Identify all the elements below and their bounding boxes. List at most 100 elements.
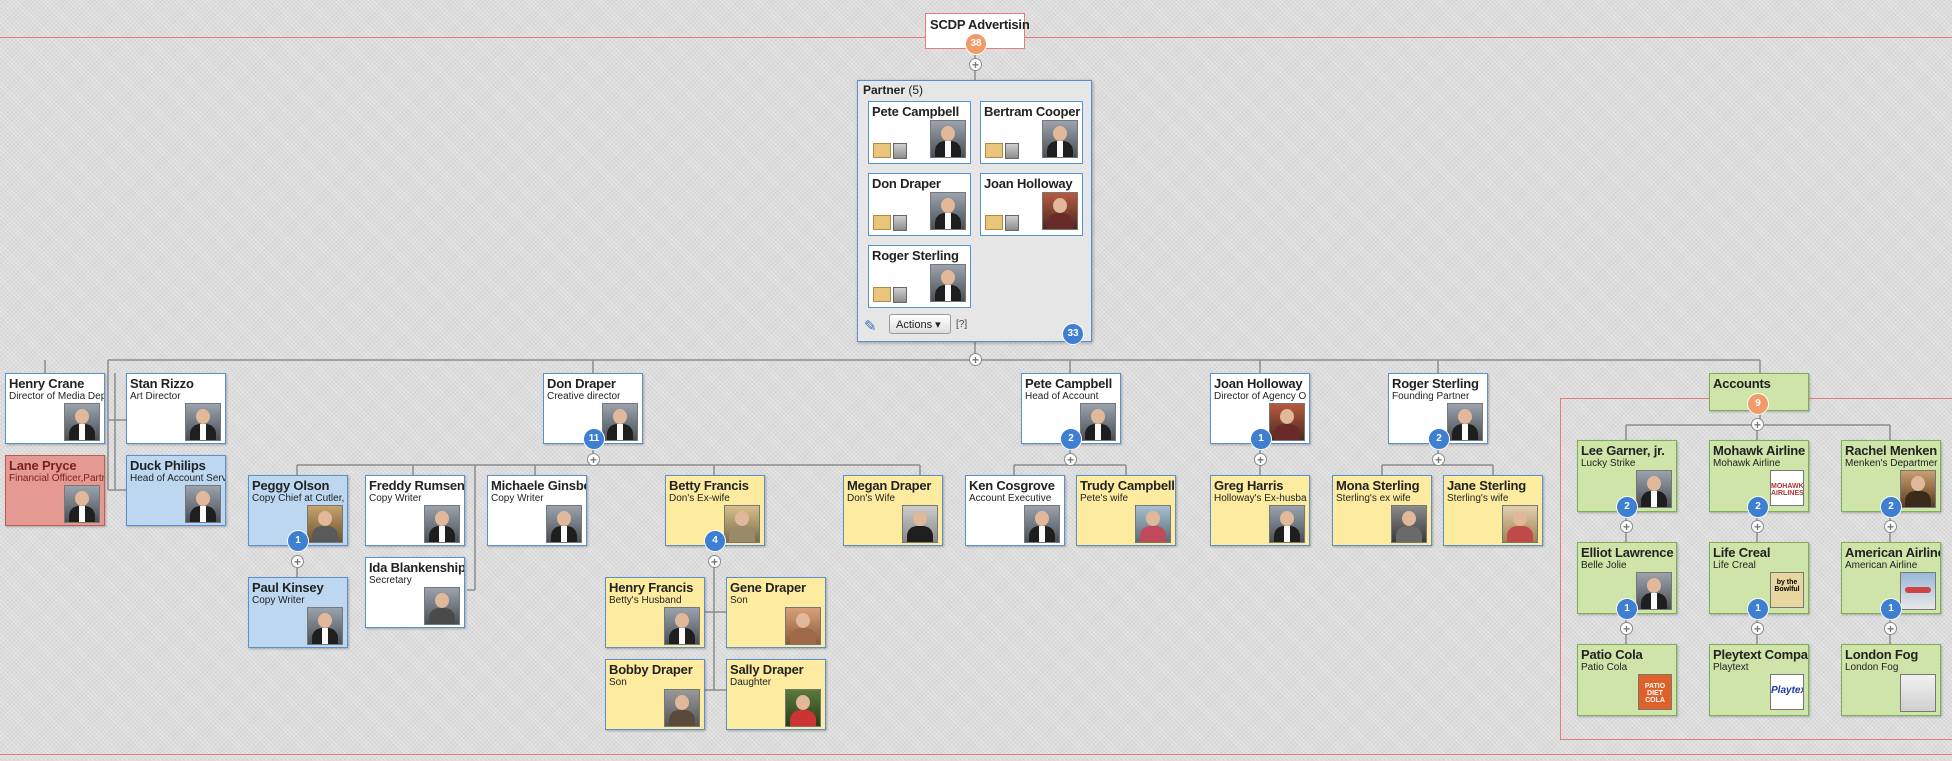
expand-plus-icon[interactable]: + — [1064, 453, 1077, 466]
card-henry-crane[interactable]: Henry Crane Director of Media Dep — [5, 373, 105, 444]
card-london-fog[interactable]: London Fog London Fog — [1841, 644, 1941, 716]
count-badge[interactable]: 11 — [583, 428, 605, 450]
expand-plus-icon[interactable]: + — [1751, 418, 1764, 431]
expand-plus-icon[interactable]: + — [969, 58, 982, 71]
card-ida-blankenship[interactable]: Ida Blankenship Secretary — [365, 557, 465, 628]
card-name: Peggy Olson — [252, 478, 330, 493]
card-playtex[interactable]: Pleytext Compar Playtext Playtex — [1709, 644, 1809, 716]
count-badge[interactable]: 2 — [1616, 496, 1638, 518]
expand-plus-icon[interactable]: + — [587, 453, 600, 466]
card-patio-cola[interactable]: Patio Cola Patio Cola PATIO DIET COLA — [1577, 644, 1677, 716]
count-badge[interactable]: 2 — [1747, 496, 1769, 518]
partner-card-don[interactable]: Don Draper — [868, 173, 971, 236]
mail-icon[interactable] — [873, 215, 891, 230]
mail-icon[interactable] — [873, 143, 891, 158]
trash-icon[interactable] — [893, 287, 907, 303]
expand-plus-icon[interactable]: + — [1751, 622, 1764, 635]
card-stan-rizzo[interactable]: Stan Rizzo Art Director — [126, 373, 226, 444]
mail-icon[interactable] — [985, 143, 1003, 158]
avatar — [930, 264, 966, 302]
expand-plus-icon[interactable]: + — [1254, 453, 1267, 466]
card-name: Freddy Rumsen — [369, 478, 465, 493]
card-mona-sterling[interactable]: Mona Sterling Sterling's ex wife — [1332, 475, 1432, 546]
card-role: Account Executive — [969, 493, 1052, 504]
card-megan-draper[interactable]: Megan Draper Don's Wife — [843, 475, 943, 546]
count-badge[interactable]: 4 — [704, 530, 726, 552]
card-role: Creative director — [547, 391, 621, 402]
mail-icon[interactable] — [873, 287, 891, 302]
count-badge[interactable]: 1 — [1747, 598, 1769, 620]
partner-card-roger[interactable]: Roger Sterling — [868, 245, 971, 308]
card-gene-draper[interactable]: Gene Draper Son — [726, 577, 826, 648]
card-duck-philips[interactable]: Duck Philips Head of Account Serv — [126, 455, 226, 526]
trash-icon[interactable] — [893, 143, 907, 159]
avatar — [1269, 403, 1305, 441]
card-paul-kinsey[interactable]: Paul Kinsey Copy Writer — [248, 577, 348, 648]
card-greg-harris[interactable]: Greg Harris Holloway's Ex-husba — [1210, 475, 1310, 546]
count-badge[interactable]: 1 — [287, 530, 309, 552]
help-link[interactable]: [?] — [956, 319, 967, 330]
expand-plus-icon[interactable]: + — [1432, 453, 1445, 466]
card-bobby-draper[interactable]: Bobby Draper Son — [605, 659, 705, 730]
count-badge[interactable]: 1 — [1250, 428, 1272, 450]
card-role: Betty's Husband — [609, 595, 682, 606]
card-name: Trudy Campbell — [1080, 478, 1175, 493]
avatar — [1080, 403, 1116, 441]
count-badge[interactable]: 2 — [1428, 428, 1450, 450]
count-badge[interactable]: 2 — [1880, 496, 1902, 518]
expand-plus-icon[interactable]: + — [1620, 520, 1633, 533]
card-name: London Fog — [1845, 647, 1919, 662]
card-role: Don's Ex-wife — [669, 493, 730, 504]
card-trudy-campbell[interactable]: Trudy Campbell Pete's wife — [1076, 475, 1176, 546]
mohawk-logo: MOHAWK AIRLINES — [1770, 470, 1804, 506]
expand-plus-icon[interactable]: + — [1620, 622, 1633, 635]
card-jane-sterling[interactable]: Jane Sterling Sterling's wife — [1443, 475, 1543, 546]
card-henry-francis[interactable]: Henry Francis Betty's Husband — [605, 577, 705, 648]
trash-icon[interactable] — [1005, 143, 1019, 159]
avatar — [1024, 505, 1060, 543]
partner-card-pete[interactable]: Pete Campbell — [868, 101, 971, 164]
count-badge[interactable]: 1 — [1880, 598, 1902, 620]
actions-dropdown[interactable]: Actions ▾ — [889, 314, 951, 334]
edit-pencil-icon[interactable]: ✎ — [864, 317, 877, 335]
avatar — [1502, 505, 1538, 543]
expand-plus-icon[interactable]: + — [969, 353, 982, 366]
accounts-count-badge[interactable]: 9 — [1747, 393, 1769, 415]
card-role: American Airline — [1845, 560, 1918, 571]
mail-icon[interactable] — [985, 215, 1003, 230]
expand-plus-icon[interactable]: + — [708, 555, 721, 568]
partner-card-joan[interactable]: Joan Holloway — [980, 173, 1083, 236]
partner-card-bertram[interactable]: Bertram Cooper — [980, 101, 1083, 164]
card-name: Ida Blankenship — [369, 560, 465, 575]
card-sally-draper[interactable]: Sally Draper Daughter — [726, 659, 826, 730]
avatar — [724, 505, 760, 543]
card-role: Patio Cola — [1581, 662, 1628, 673]
card-role: Copy Writer — [369, 493, 422, 504]
card-michaele-ginsberg[interactable]: Michaele Ginsbe Copy Writer — [487, 475, 587, 546]
card-role: Director of Agency O — [1214, 391, 1307, 402]
count-badge[interactable]: 1 — [1616, 598, 1638, 620]
card-name: Pete Campbell — [1025, 376, 1112, 391]
avatar — [64, 485, 100, 523]
partner-total-badge[interactable]: 33 — [1062, 323, 1084, 345]
trash-icon[interactable] — [1005, 215, 1019, 231]
partner-name: Pete Campbell — [872, 104, 959, 119]
avatar — [1636, 470, 1672, 508]
card-name: Duck Philips — [130, 458, 206, 473]
avatar — [307, 505, 343, 543]
card-name: Sally Draper — [730, 662, 804, 677]
card-freddy-rumsen[interactable]: Freddy Rumsen Copy Writer — [365, 475, 465, 546]
root-count-badge[interactable]: 38 — [965, 33, 987, 55]
expand-plus-icon[interactable]: + — [1751, 520, 1764, 533]
card-ken-cosgrove[interactable]: Ken Cosgrove Account Executive — [965, 475, 1065, 546]
card-role: Menken's Departmer — [1845, 458, 1938, 469]
trash-icon[interactable] — [893, 215, 907, 231]
expand-plus-icon[interactable]: + — [291, 555, 304, 568]
card-name: Lee Garner, jr. — [1581, 443, 1665, 458]
expand-plus-icon[interactable]: + — [1884, 622, 1897, 635]
expand-plus-icon[interactable]: + — [1884, 520, 1897, 533]
card-role: Sterling's ex wife — [1336, 493, 1411, 504]
card-lane-pryce[interactable]: Lane Pryce Financial Officer,Partr — [5, 455, 105, 526]
playtex-logo: Playtex — [1770, 674, 1804, 710]
count-badge[interactable]: 2 — [1060, 428, 1082, 450]
